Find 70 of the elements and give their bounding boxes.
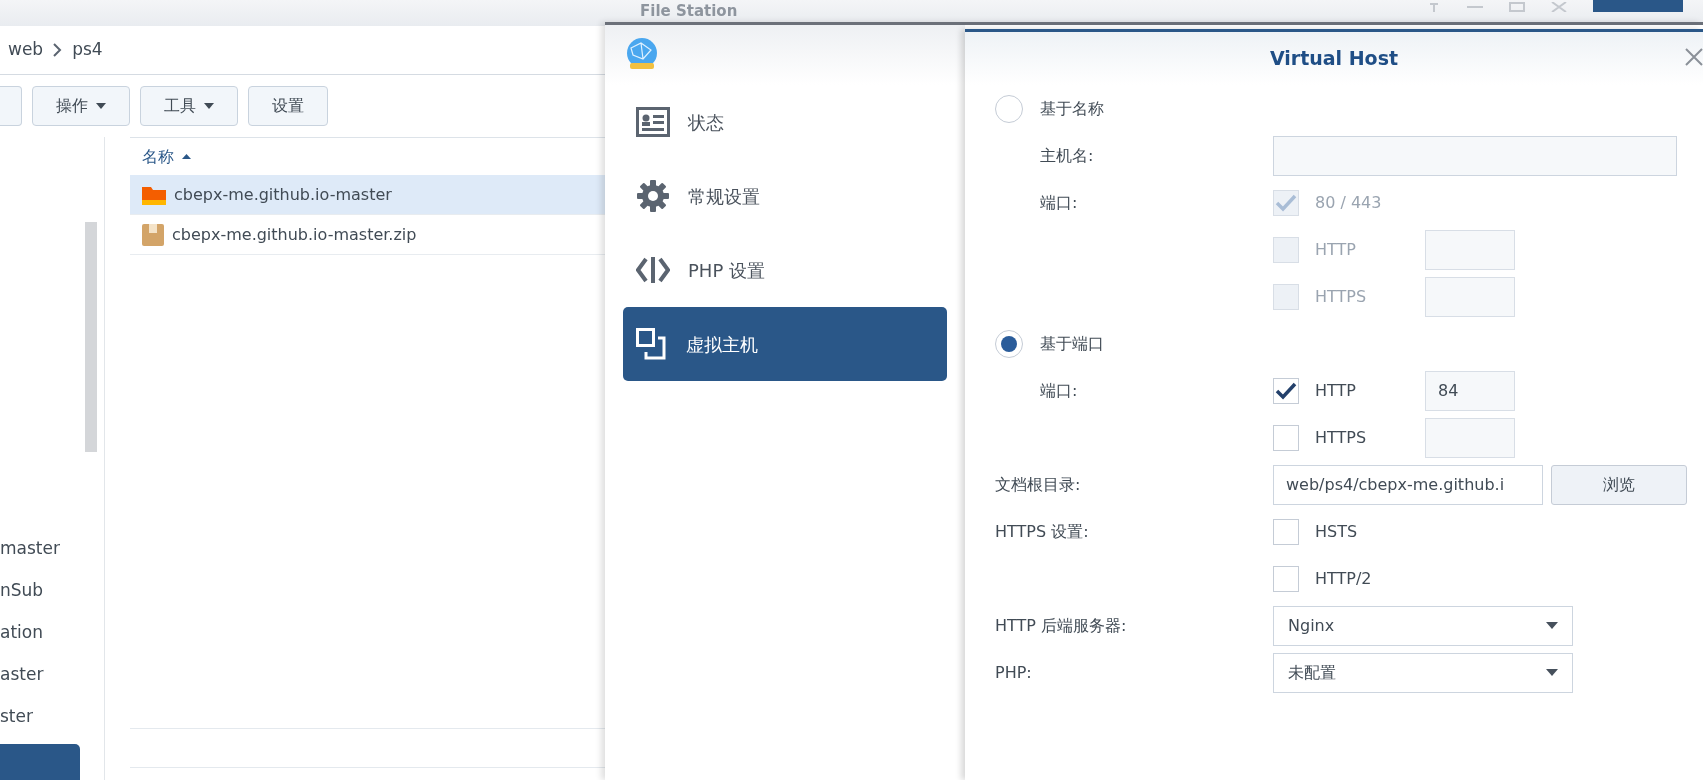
radio-button[interactable] <box>995 329 1023 358</box>
breadcrumb-item[interactable]: web <box>8 37 44 63</box>
option-label: HTTP/2 <box>1315 567 1373 590</box>
option-label: HSTS <box>1315 520 1359 543</box>
dropdown[interactable]: Nginx <box>1273 605 1573 646</box>
port-field[interactable] <box>1425 276 1515 317</box>
dropdown[interactable]: 未配置 <box>1273 652 1573 693</box>
caret-icon <box>1546 622 1558 629</box>
option-label: HTTP <box>1315 379 1357 402</box>
radio-label: 基于名称 <box>1040 97 1104 120</box>
field-label: HTTPS 设置: <box>995 521 1089 541</box>
field-label: HTTP 后端服务器: <box>995 615 1127 635</box>
nav-item[interactable]: 虚拟主机 <box>623 307 947 381</box>
file-row[interactable]: cbepx-me.github.io-master <box>130 175 605 215</box>
checkbox[interactable] <box>1273 424 1299 451</box>
browse-button[interactable]: 浏览 <box>1551 464 1687 505</box>
sidebar-item[interactable]: ation <box>0 612 104 654</box>
sidebar-item[interactable]: ster <box>0 696 104 738</box>
nav-item[interactable]: 常规设置 <box>623 159 947 233</box>
option-label: 80 / 443 <box>1315 191 1383 214</box>
toolbar-button[interactable]: 操作 <box>32 86 130 126</box>
field-label: 文档根目录: <box>995 474 1081 494</box>
gear-icon <box>636 179 670 213</box>
virtual-host-icon <box>636 328 668 360</box>
file-name: cbepx-me.github.io-master.zip <box>172 223 417 246</box>
dialog-title: Virtual Host <box>1269 46 1399 72</box>
checkbox[interactable] <box>1273 377 1299 404</box>
scrollbar[interactable] <box>85 222 97 452</box>
file-name: cbepx-me.github.io-master <box>174 183 392 206</box>
id-card-icon <box>636 107 670 137</box>
column-header[interactable]: 名称 <box>142 144 174 169</box>
radio-button[interactable] <box>995 94 1023 123</box>
hostname-field[interactable] <box>1273 135 1677 176</box>
option-label: HTTPS <box>1315 285 1368 308</box>
package-icon <box>142 223 164 246</box>
globe-icon <box>625 38 659 72</box>
sidebar-item[interactable] <box>0 744 80 780</box>
code-icon <box>636 255 670 285</box>
radio-label: 基于端口 <box>1040 332 1104 355</box>
toolbar-button[interactable] <box>0 86 22 126</box>
port-field[interactable] <box>1425 229 1515 270</box>
checkbox[interactable] <box>1273 518 1299 545</box>
window-title: File Station <box>640 2 738 20</box>
option-label: HTTP <box>1315 238 1357 261</box>
field-label: PHP: <box>995 662 1032 682</box>
option-label: HTTPS <box>1315 426 1368 449</box>
port-field[interactable] <box>1425 417 1515 458</box>
path-field[interactable]: web/ps4/cbepx-me.github.i <box>1273 464 1543 505</box>
breadcrumb-item[interactable]: ps4 <box>72 37 103 63</box>
toolbar-button[interactable]: 工具 <box>140 86 238 126</box>
nav-item[interactable]: PHP 设置 <box>623 233 947 307</box>
field-label: 端口: <box>1040 192 1078 212</box>
maximize-icon[interactable] <box>1509 2 1525 12</box>
sidebar-item[interactable]: aster <box>0 654 104 696</box>
pin-icon[interactable] <box>1427 2 1441 12</box>
close-icon[interactable] <box>1685 48 1703 66</box>
toolbar-button[interactable]: 设置 <box>248 86 328 126</box>
field-label: 主机名: <box>1040 145 1094 165</box>
checkbox[interactable] <box>1273 565 1299 592</box>
checkmark-icon <box>1275 193 1297 212</box>
nav-item[interactable]: 状态 <box>623 85 947 159</box>
sidebar-item[interactable]: nSub <box>0 570 104 612</box>
caret-icon <box>1546 669 1558 676</box>
field-label: 端口: <box>1040 380 1078 400</box>
chevron-right-icon <box>53 43 63 57</box>
folder-icon <box>142 184 166 205</box>
port-field[interactable]: 84 <box>1425 370 1515 411</box>
sidebar-item[interactable]: master <box>0 528 104 570</box>
close-icon[interactable] <box>1551 2 1567 12</box>
checkmark-icon <box>1275 381 1297 400</box>
